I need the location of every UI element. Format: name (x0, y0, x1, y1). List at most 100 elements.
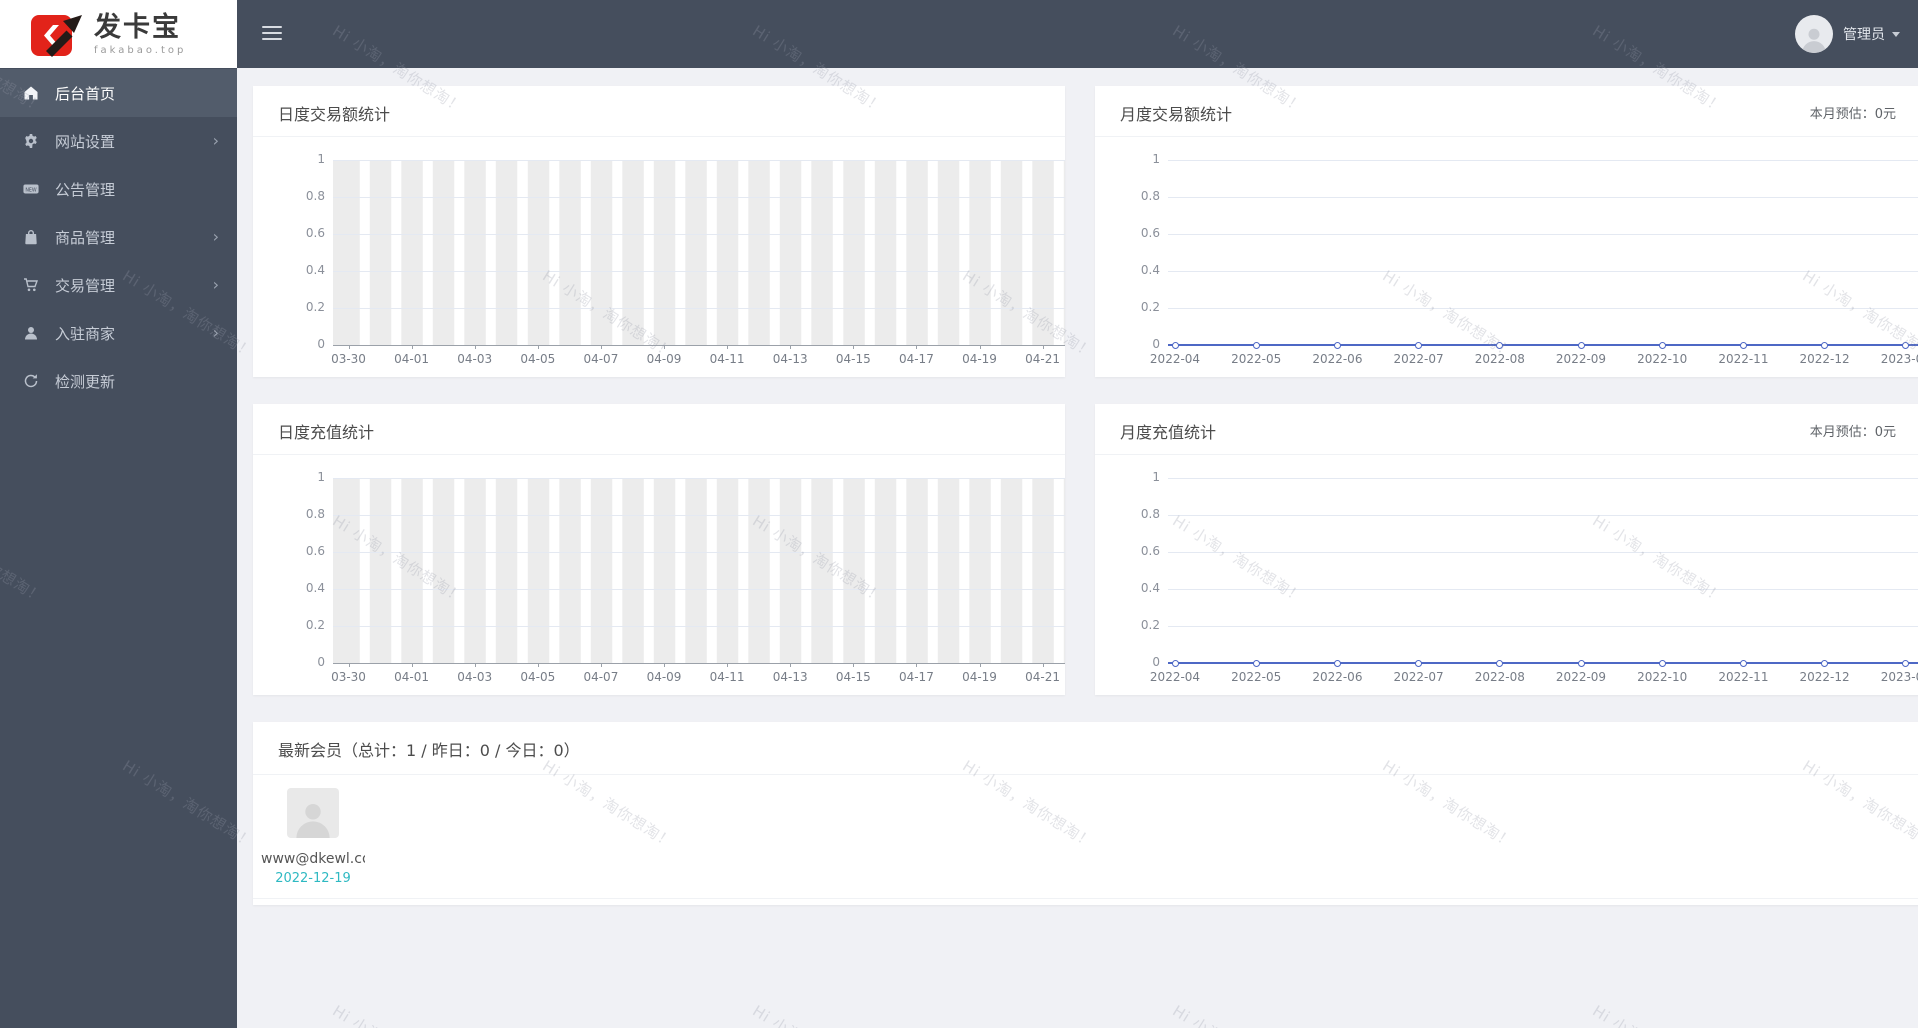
series-line (1168, 344, 1918, 346)
bar-plot-area (333, 478, 1065, 664)
x-axis-label: 04-01 (394, 670, 430, 684)
grid-line (333, 626, 1065, 627)
sidebar-item-6[interactable]: 检测更新 (0, 357, 237, 405)
x-axis-label: 2022-11 (1718, 352, 1769, 366)
y-axis-label: 0.6 (305, 544, 325, 558)
user-name-label: 管理员 (1843, 27, 1885, 43)
merchant-icon (22, 325, 39, 342)
user-dropdown[interactable]: 管理员 (1795, 0, 1900, 68)
daily-recharge-chart: 1 0.8 0.6 0.4 0.2 0 03-30 04-01 04-03 04-05 04-07 0… (253, 455, 1065, 695)
y-axis-label: 0.4 (1140, 263, 1160, 277)
x-axis-label: 2022-12 (1799, 670, 1850, 684)
line-plot-area (1168, 478, 1918, 667)
grid-line (1168, 234, 1918, 235)
x-axis-label: 04-03 (457, 352, 493, 366)
x-axis-label: 04-03 (457, 670, 493, 684)
grid-line (1168, 197, 1918, 198)
x-axis-label: 2022-04 (1149, 670, 1201, 684)
y-axis-label: 0 (317, 337, 325, 351)
data-point-marker (1415, 341, 1423, 349)
grid-line (333, 308, 1065, 309)
update-icon (22, 373, 39, 390)
x-axis-label: 04-11 (709, 352, 745, 366)
x-axis-label: 2022-05 (1231, 352, 1282, 366)
panel-latest-members: 最新会员（总计：1 / 昨日：0 / 今日：0） www@dkewl.com 2… (253, 722, 1918, 905)
brand-domain: fakabao.top (94, 44, 187, 56)
x-axis-label: 04-05 (520, 670, 556, 684)
sidebar-item-label: 商品管理 (55, 228, 116, 247)
menu-toggle-button[interactable] (262, 26, 282, 42)
data-point-marker (1902, 341, 1910, 349)
x-axis-label: 04-05 (520, 352, 556, 366)
x-axis-label: 04-17 (898, 670, 934, 684)
panel-daily-recharge: 日度充值统计 1 0.8 0.6 0.4 0.2 0 03-30 04-01 04-03 04-0… (253, 404, 1065, 695)
x-axis-label: 2022-12 (1799, 352, 1850, 366)
y-axis-label: 0 (1152, 337, 1160, 351)
split-area-bands (333, 478, 1065, 663)
chevron-right-icon: › (212, 227, 219, 246)
chart-title-daily-recharge: 日度充值统计 (278, 423, 375, 442)
announcement-icon: NEW (22, 181, 39, 198)
x-axis-label: 04-01 (394, 352, 430, 366)
grid-line (1168, 589, 1918, 590)
x-axis-label: 2022-10 (1637, 670, 1688, 684)
bag-icon (22, 229, 39, 246)
data-point-marker (1171, 341, 1179, 349)
chart-title-daily-transactions: 日度交易额统计 (278, 105, 391, 124)
y-axis-label: 1 (317, 470, 325, 484)
grid-line (1168, 271, 1918, 272)
sidebar-item-label: 网站设置 (55, 132, 116, 151)
x-axis-label: 04-09 (646, 352, 682, 366)
x-axis-label: 2022-04 (1149, 352, 1201, 366)
chevron-right-icon: › (212, 275, 219, 294)
y-axis-label: 0.4 (305, 581, 325, 595)
y-axis-label: 0 (1152, 655, 1160, 669)
top-navbar: 管理员 (237, 0, 1918, 68)
sidebar-item-3[interactable]: 商品管理 › (0, 213, 237, 261)
x-axis-label: 2022-09 (1555, 352, 1607, 366)
data-point-marker (1252, 341, 1260, 349)
x-axis-label: 04-07 (583, 352, 619, 366)
x-axis-label: 2022-05 (1231, 670, 1282, 684)
sidebar-item-5[interactable]: 入驻商家 › (0, 309, 237, 357)
x-axis-label: 2022-10 (1637, 352, 1688, 366)
sidebar-item-4[interactable]: 交易管理 › (0, 261, 237, 309)
y-axis-label: 1 (1152, 470, 1160, 484)
caret-down-icon (1892, 31, 1900, 37)
x-axis-label: 04-21 (1025, 352, 1061, 366)
grid-line (333, 515, 1065, 516)
x-axis-label: 04-13 (772, 352, 808, 366)
x-axis-label: 2023-01 (1880, 352, 1918, 366)
panel-monthly-recharge: 月度充值统计 本月预估：0元 1 0.8 0.6 0.4 0.2 0 2022-04 2022… (1095, 404, 1918, 695)
sidebar-item-label: 后台首页 (55, 84, 116, 103)
data-point-marker (1658, 341, 1666, 349)
x-axis-label: 2022-08 (1474, 352, 1525, 366)
data-point-marker (1658, 659, 1666, 667)
x-axis-label: 04-09 (646, 670, 682, 684)
sidebar-item-0[interactable]: 后台首页 (0, 69, 237, 117)
data-point-marker (1171, 659, 1179, 667)
sidebar-item-label: 入驻商家 (55, 324, 116, 343)
x-axis-label: 04-21 (1025, 670, 1061, 684)
x-axis-label: 2022-07 (1393, 352, 1444, 366)
grid-line (333, 197, 1065, 198)
member-email: www@dkewl.com (261, 851, 365, 867)
y-axis-label: 0.8 (1140, 507, 1160, 521)
x-axis-label: 03-30 (331, 670, 366, 684)
sidebar-item-2[interactable]: NEW 公告管理 (0, 165, 237, 213)
member-register-date: 2022-12-19 (275, 871, 351, 886)
grid-line (1168, 308, 1918, 309)
sidebar-item-1[interactable]: 网站设置 › (0, 117, 237, 165)
data-point-marker (1821, 341, 1829, 349)
x-axis-label: 04-15 (835, 670, 871, 684)
chevron-right-icon: › (212, 323, 219, 342)
y-axis-label: 0.6 (1140, 544, 1160, 558)
sidebar-item-label: 检测更新 (55, 372, 116, 391)
line-plot-area (1168, 160, 1918, 349)
brand-name: 发卡宝 (94, 11, 181, 43)
y-axis-label: 0.2 (305, 618, 325, 632)
data-point-marker (1333, 341, 1341, 349)
data-point-marker (1415, 659, 1423, 667)
grid-line (333, 663, 1065, 664)
y-axis-label: 0.2 (305, 300, 325, 314)
